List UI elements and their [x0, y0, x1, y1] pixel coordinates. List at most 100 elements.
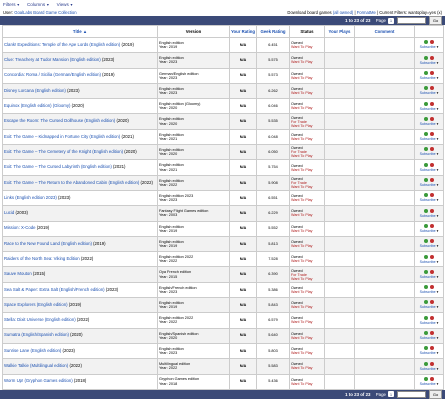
go-button[interactable]: Go [429, 389, 442, 399]
game-title-link[interactable]: Raiders of the North Sea: Viking Edition [4, 256, 80, 261]
your-rating-cell[interactable]: N/A [229, 327, 257, 344]
plays-cell[interactable] [324, 189, 355, 207]
chevron-down-icon[interactable]: ▾ [437, 107, 439, 111]
plays-cell[interactable] [324, 174, 355, 191]
your-rating-cell[interactable]: N/A [229, 312, 257, 329]
chevron-down-icon[interactable]: ▾ [437, 152, 439, 156]
plays-cell[interactable] [324, 235, 355, 253]
comment-cell[interactable] [354, 373, 415, 390]
edit-icon[interactable] [424, 361, 428, 366]
subscribe-link[interactable]: Subscribe [420, 305, 436, 309]
edit-icon[interactable] [424, 223, 428, 228]
subscribe-link[interactable]: Subscribe [420, 122, 436, 126]
subscribe-link[interactable]: Subscribe [420, 168, 436, 172]
page-input[interactable] [397, 17, 426, 24]
your-rating-cell[interactable]: N/A [229, 144, 257, 161]
your-rating-cell[interactable]: N/A [229, 373, 257, 390]
subscribe-link[interactable]: Subscribe [420, 244, 436, 248]
comment-cell[interactable] [354, 266, 415, 283]
views-menu[interactable]: Views▼ [57, 2, 74, 7]
chevron-down-icon[interactable]: ▾ [437, 290, 439, 294]
column-your-plays[interactable]: Your Plays [324, 25, 355, 38]
chevron-down-icon[interactable]: ▾ [437, 351, 439, 355]
game-title-link[interactable]: Equinox (English edition) (Gloomy) [4, 103, 70, 108]
comment-cell[interactable] [354, 297, 415, 314]
current-filters[interactable]: Current Filters: wantoplay=yes (x) [379, 10, 442, 15]
delete-icon[interactable] [430, 285, 434, 290]
game-title-link[interactable]: Stella: Dixit Universe (English edition) [4, 317, 76, 322]
game-title-link[interactable]: Lucid [4, 210, 14, 215]
chevron-down-icon[interactable]: ▾ [437, 45, 439, 49]
comment-cell[interactable] [354, 174, 415, 191]
page-number[interactable]: 1 [388, 17, 394, 24]
delete-icon[interactable] [430, 239, 434, 244]
column-title[interactable]: Title ▲ [2, 25, 158, 38]
column-comment[interactable]: Comment [354, 25, 415, 38]
your-rating-cell[interactable]: N/A [229, 113, 257, 130]
edit-icon[interactable] [424, 330, 428, 335]
comment-cell[interactable] [354, 281, 415, 299]
delete-icon[interactable] [430, 86, 434, 91]
delete-icon[interactable] [430, 315, 434, 320]
your-rating-cell[interactable]: N/A [229, 174, 257, 191]
game-title-link[interactable]: Exit: The Game – The Return to the Aband… [4, 180, 139, 185]
comment-cell[interactable] [354, 159, 415, 176]
your-rating-cell[interactable]: N/A [229, 159, 257, 176]
your-rating-cell[interactable]: N/A [229, 189, 257, 207]
plays-cell[interactable] [324, 144, 355, 161]
delete-icon[interactable] [430, 376, 434, 381]
delete-icon[interactable] [430, 269, 434, 274]
game-title-link[interactable]: Disney Lorcana (English edition) [4, 88, 66, 93]
chevron-down-icon[interactable]: ▾ [437, 183, 439, 187]
chevron-down-icon[interactable]: ▾ [437, 229, 439, 233]
subscribe-link[interactable]: Subscribe [420, 275, 436, 279]
chevron-down-icon[interactable]: ▾ [437, 367, 439, 371]
edit-icon[interactable] [424, 162, 428, 167]
your-rating-cell[interactable]: N/A [229, 67, 257, 84]
comment-cell[interactable] [354, 342, 415, 360]
your-rating-cell[interactable]: N/A [229, 251, 257, 268]
game-title-link[interactable]: Sunrise Lane (English edition) [4, 348, 61, 353]
plays-cell[interactable] [324, 159, 355, 176]
plays-cell[interactable] [324, 113, 355, 130]
plays-cell[interactable] [324, 220, 355, 237]
comment-cell[interactable] [354, 235, 415, 253]
plays-cell[interactable] [324, 67, 355, 84]
edit-icon[interactable] [424, 269, 428, 274]
your-rating-cell[interactable]: N/A [229, 342, 257, 360]
subscribe-link[interactable]: Subscribe [420, 198, 436, 202]
game-title-link[interactable]: Mission: X-Code [4, 225, 36, 231]
game-title-link[interactable]: Links (English edition 2023) [4, 195, 57, 200]
your-rating-cell[interactable]: N/A [229, 266, 257, 283]
plays-cell[interactable] [324, 82, 355, 100]
plays-cell[interactable] [324, 342, 355, 360]
game-title-link[interactable]: Race to the New Found Land (English edit… [4, 241, 92, 246]
edit-icon[interactable] [424, 376, 428, 381]
your-rating-cell[interactable]: N/A [229, 52, 257, 69]
game-title-link[interactable]: Escape the Room: The Cursed Dollhouse (E… [4, 118, 115, 124]
chevron-down-icon[interactable]: ▾ [437, 168, 439, 172]
plays-cell[interactable] [324, 98, 355, 115]
delete-icon[interactable] [430, 300, 434, 305]
subscribe-link[interactable]: Subscribe [420, 260, 436, 264]
your-rating-cell[interactable]: N/A [229, 98, 257, 115]
delete-icon[interactable] [430, 193, 434, 198]
your-rating-cell[interactable]: N/A [229, 297, 257, 314]
game-title-link[interactable]: Sumatra (English/Spanish edition) [4, 332, 69, 338]
your-rating-cell[interactable]: N/A [229, 205, 257, 222]
subscribe-link[interactable]: Subscribe [420, 76, 436, 80]
delete-icon[interactable] [430, 116, 434, 121]
comment-cell[interactable] [354, 98, 415, 115]
edit-icon[interactable] [424, 254, 428, 259]
plays-cell[interactable] [324, 312, 355, 329]
edit-icon[interactable] [424, 70, 428, 75]
subscribe-link[interactable]: Subscribe [420, 91, 436, 95]
subscribe-link[interactable]: Subscribe [420, 290, 436, 294]
subscribe-link[interactable]: Subscribe [420, 107, 436, 111]
game-title-link[interactable]: Concordia: Roma / Sicilia (German/Englis… [4, 72, 101, 78]
delete-icon[interactable] [430, 70, 434, 75]
delete-icon[interactable] [430, 346, 434, 351]
subscribe-link[interactable]: Subscribe [420, 351, 436, 355]
subscribe-link[interactable]: Subscribe [420, 214, 436, 218]
edit-icon[interactable] [424, 193, 428, 198]
